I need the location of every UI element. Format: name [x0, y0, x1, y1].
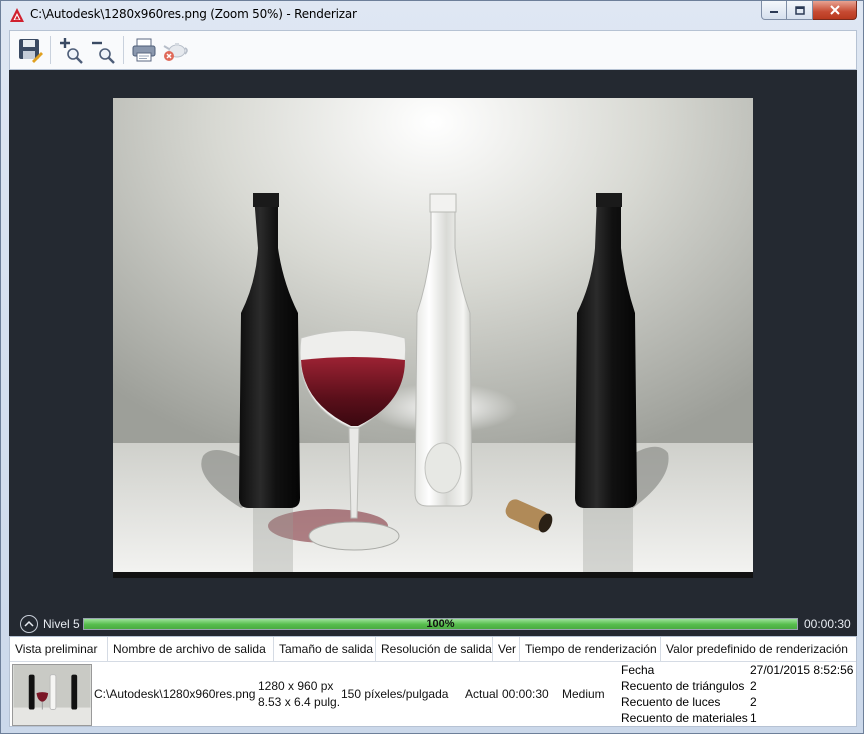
detail-label: Recuento de triángulos: [621, 679, 745, 693]
close-icon: [829, 5, 840, 15]
render-level-label: Nivel 5: [43, 617, 80, 631]
autocad-logo-icon: [10, 8, 24, 22]
minimize-icon: [770, 11, 778, 13]
table-header: Vista preliminar Nombre de archivo de sa…: [10, 637, 856, 662]
close-button[interactable]: [813, 1, 857, 20]
detail-label: Recuento de materiales: [621, 711, 748, 725]
maximize-button[interactable]: [787, 1, 813, 20]
detail-value: 27/01/2015 8:52:56: [750, 663, 854, 677]
window-controls: [761, 1, 857, 21]
toolbar-separator: [50, 36, 51, 64]
render-history-table: Vista preliminar Nombre de archivo de sa…: [9, 636, 857, 727]
window-title: C:\Autodesk\1280x960res.png (Zoom 50%) -…: [30, 7, 357, 21]
preview-thumbnail: [12, 664, 92, 726]
render-canvas[interactable]: [9, 70, 857, 612]
collapse-button[interactable]: [20, 615, 38, 633]
column-header-size[interactable]: Tamaño de salida: [274, 637, 376, 662]
chevron-up-icon: [24, 620, 34, 627]
zoom-out-button[interactable]: [87, 34, 119, 66]
detail-value: 2: [750, 695, 757, 709]
rendered-image: [113, 98, 753, 578]
table-row[interactable]: C:\Autodesk\1280x960res.png 1280 x 960 p…: [10, 663, 856, 727]
maximize-icon: [794, 5, 805, 15]
column-header-render-time[interactable]: Tiempo de renderización: [520, 637, 661, 662]
detail-label: Recuento de luces: [621, 695, 721, 709]
column-header-preset[interactable]: Valor predefinido de renderización: [661, 637, 856, 662]
output-view: Actual: [465, 687, 499, 701]
column-header-filename[interactable]: Nombre de archivo de salida: [108, 637, 274, 662]
output-resolution: 150 píxeles/pulgada: [341, 687, 449, 701]
detail-value: 1: [750, 711, 757, 725]
minimize-button[interactable]: [761, 1, 787, 20]
print-button[interactable]: [128, 34, 160, 66]
zoom-in-icon: [60, 38, 83, 64]
toolbar-separator: [123, 36, 124, 64]
column-header-resolution[interactable]: Resolución de salida: [376, 637, 493, 662]
teapot-cancel-icon: [163, 43, 188, 61]
elapsed-time: 00:00:30: [804, 617, 851, 631]
column-header-view[interactable]: Ver: [493, 637, 520, 662]
render-window: C:\Autodesk\1280x960res.png (Zoom 50%) -…: [0, 0, 864, 734]
detail-label: Fecha: [621, 663, 655, 677]
output-size-in: 8.53 x 6.4 pulg.: [258, 695, 341, 709]
column-header-preview[interactable]: Vista preliminar: [10, 637, 108, 662]
progress-bar: 100%: [83, 618, 798, 630]
zoom-out-icon: [92, 41, 115, 64]
progress-percent: 100%: [426, 618, 455, 630]
print-icon: [132, 38, 156, 62]
toolbar: [9, 30, 857, 70]
render-time: 00:00:30: [502, 687, 549, 701]
output-filename: C:\Autodesk\1280x960res.png: [94, 687, 256, 701]
detail-value: 2: [750, 679, 757, 693]
title-bar[interactable]: C:\Autodesk\1280x960res.png (Zoom 50%) -…: [1, 1, 863, 29]
save-button[interactable]: [14, 34, 46, 66]
output-size-px: 1280 x 960 px: [258, 679, 334, 693]
save-icon: [19, 39, 43, 63]
cancel-render-button[interactable]: [160, 34, 192, 66]
progress-row: Nivel 5 100% 00:00:30: [9, 612, 857, 636]
zoom-in-button[interactable]: [55, 34, 87, 66]
render-preset: Medium: [562, 687, 605, 701]
